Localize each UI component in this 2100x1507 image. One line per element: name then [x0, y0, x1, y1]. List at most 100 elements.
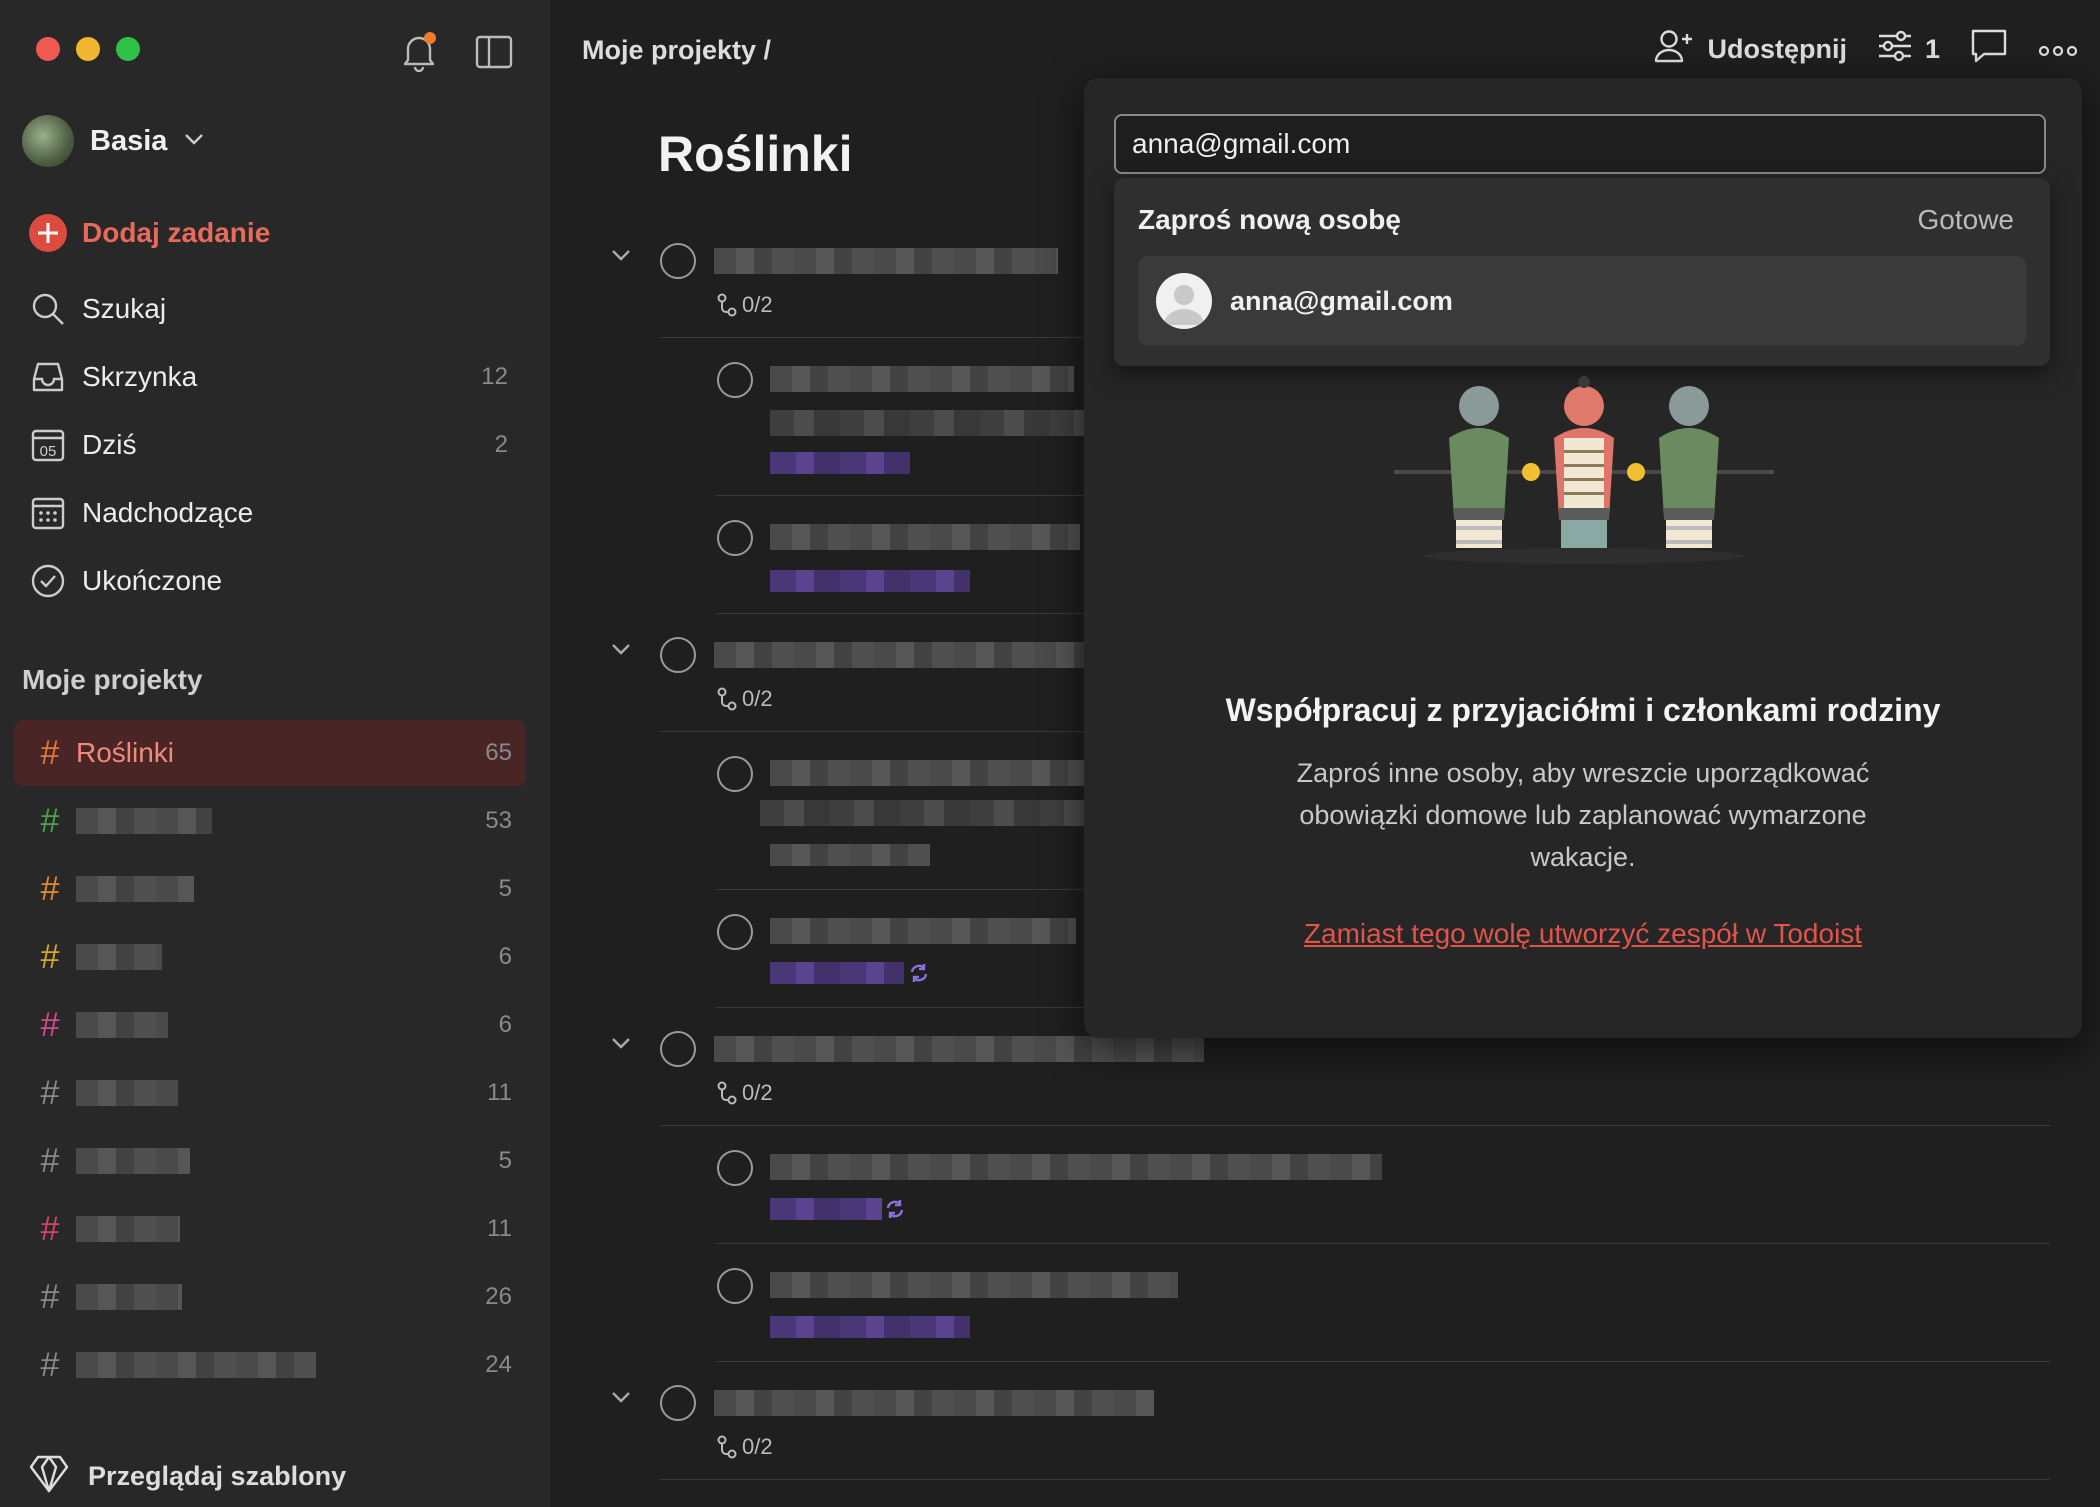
- task-checkbox[interactable]: [717, 520, 753, 556]
- task-checkbox[interactable]: [717, 1150, 753, 1186]
- project-item[interactable]: # 5: [14, 856, 526, 922]
- project-item[interactable]: # 24: [14, 1332, 526, 1398]
- task-title[interactable]: [714, 1036, 1204, 1062]
- task-title[interactable]: [770, 1154, 1382, 1180]
- task-checkbox[interactable]: [717, 914, 753, 950]
- browse-templates-label: Przeglądaj szablony: [88, 1461, 347, 1491]
- project-count: 6: [498, 943, 512, 970]
- bell-icon[interactable]: [402, 32, 436, 77]
- nav-today[interactable]: 05 Dziś 2: [28, 420, 518, 470]
- filter-count: 1: [1924, 34, 1940, 64]
- nav-today-label: Dziś: [82, 429, 137, 460]
- project-item-active[interactable]: # Roślinki 65: [14, 720, 526, 786]
- email-input[interactable]: [1114, 114, 2046, 174]
- task-checkbox[interactable]: [717, 756, 753, 792]
- task-title[interactable]: [714, 248, 1058, 274]
- task-description: [770, 410, 1090, 436]
- nav-search[interactable]: Szukaj: [28, 284, 518, 334]
- divider: [660, 1125, 2050, 1126]
- collab-title: Współpracuj z przyjaciółmi i członkami r…: [1225, 692, 1941, 728]
- share-button[interactable]: Udostępnij: [1653, 28, 1847, 71]
- task-title[interactable]: [714, 642, 1084, 668]
- task-title[interactable]: [770, 366, 1074, 392]
- breadcrumb[interactable]: Moje projekty /: [582, 35, 771, 66]
- minimize-window-button[interactable]: [76, 37, 100, 61]
- blurred-project-name: [76, 808, 212, 834]
- blurred-project-name: [76, 1148, 190, 1174]
- divider: [716, 1243, 2050, 1244]
- calendar-upcoming-icon: [28, 493, 68, 533]
- recurring-icon: [884, 1198, 906, 1225]
- create-team-link[interactable]: Zamiast tego wolę utworzyć zespół w Todo…: [1084, 918, 2082, 950]
- project-count: 11: [487, 1215, 512, 1242]
- inbox-icon: [28, 357, 68, 397]
- task-meta: [770, 844, 930, 866]
- task-checkbox[interactable]: [717, 362, 753, 398]
- project-item[interactable]: # 11: [14, 1196, 526, 1262]
- blurred-project-name: [76, 1284, 182, 1310]
- task-title[interactable]: [770, 1272, 1178, 1298]
- sidebar: Basia Dodaj zadanie Szukaj Skrzynka 12 0…: [0, 0, 550, 1507]
- task-title[interactable]: [714, 1390, 1154, 1416]
- task-label: [770, 452, 910, 474]
- share-popup: Zaproś nową osobę Gotowe anna@gmail.com: [1084, 78, 2082, 1038]
- task-label: [770, 1198, 882, 1220]
- comment-icon: [1970, 28, 2008, 71]
- sidebar-toggle-icon[interactable]: [474, 32, 514, 77]
- add-person-icon: [1653, 28, 1695, 71]
- project-item[interactable]: # 11: [14, 1060, 526, 1126]
- blurred-project-name: [76, 944, 162, 970]
- chevron-down-icon[interactable]: [610, 1036, 632, 1055]
- user-menu[interactable]: Basia: [22, 115, 205, 167]
- task-checkbox[interactable]: [660, 637, 696, 673]
- projects-header[interactable]: Moje projekty: [22, 664, 202, 696]
- hash-icon: #: [40, 937, 60, 976]
- project-count: 26: [485, 1283, 512, 1310]
- task-description: [760, 800, 1100, 826]
- project-count: 24: [485, 1351, 512, 1378]
- toolbar: Udostępnij 1: [1653, 28, 2078, 71]
- more-button[interactable]: [2038, 34, 2078, 65]
- hash-icon: #: [40, 1345, 60, 1384]
- plus-circle-icon: [28, 213, 68, 253]
- task-title[interactable]: [770, 918, 1076, 944]
- comments-button[interactable]: [1970, 28, 2008, 71]
- project-item[interactable]: # 6: [14, 992, 526, 1058]
- hash-icon: #: [40, 1073, 60, 1112]
- project-count: 65: [485, 739, 512, 766]
- add-task-button[interactable]: Dodaj zadanie: [28, 208, 518, 258]
- chevron-down-icon[interactable]: [610, 1390, 632, 1409]
- chevron-down-icon[interactable]: [610, 248, 632, 267]
- recurring-icon: [908, 962, 930, 989]
- hash-icon: #: [40, 1209, 60, 1248]
- user-name: Basia: [90, 124, 168, 157]
- project-count: 5: [498, 1147, 512, 1174]
- suggestion-email: anna@gmail.com: [1230, 285, 1453, 316]
- chevron-down-icon[interactable]: [610, 642, 632, 661]
- task-label: [770, 570, 970, 592]
- nav-inbox[interactable]: Skrzynka 12: [28, 352, 518, 402]
- task-label: [770, 962, 904, 984]
- task-title[interactable]: [770, 760, 1086, 786]
- filter-button[interactable]: 1: [1877, 30, 1940, 69]
- blurred-project-name: [76, 1216, 180, 1242]
- task-title[interactable]: [770, 524, 1080, 550]
- task-checkbox[interactable]: [660, 1385, 696, 1421]
- project-item[interactable]: # 6: [14, 924, 526, 990]
- hash-icon: #: [40, 1005, 60, 1044]
- nav-upcoming[interactable]: Nadchodzące: [28, 488, 518, 538]
- done-button[interactable]: Gotowe: [1918, 204, 2015, 236]
- project-count: 53: [485, 807, 512, 834]
- project-item[interactable]: # 5: [14, 1128, 526, 1194]
- zoom-window-button[interactable]: [116, 37, 140, 61]
- nav-completed[interactable]: Ukończone: [28, 556, 518, 606]
- task-checkbox[interactable]: [660, 243, 696, 279]
- invite-suggestion[interactable]: anna@gmail.com: [1138, 256, 2026, 346]
- task-checkbox[interactable]: [660, 1031, 696, 1067]
- project-item[interactable]: # 26: [14, 1264, 526, 1330]
- browse-templates-button[interactable]: Przeglądaj szablony: [28, 1452, 346, 1501]
- close-window-button[interactable]: [36, 37, 60, 61]
- template-icon: [28, 1452, 70, 1501]
- project-item[interactable]: # 53: [14, 788, 526, 854]
- task-checkbox[interactable]: [717, 1268, 753, 1304]
